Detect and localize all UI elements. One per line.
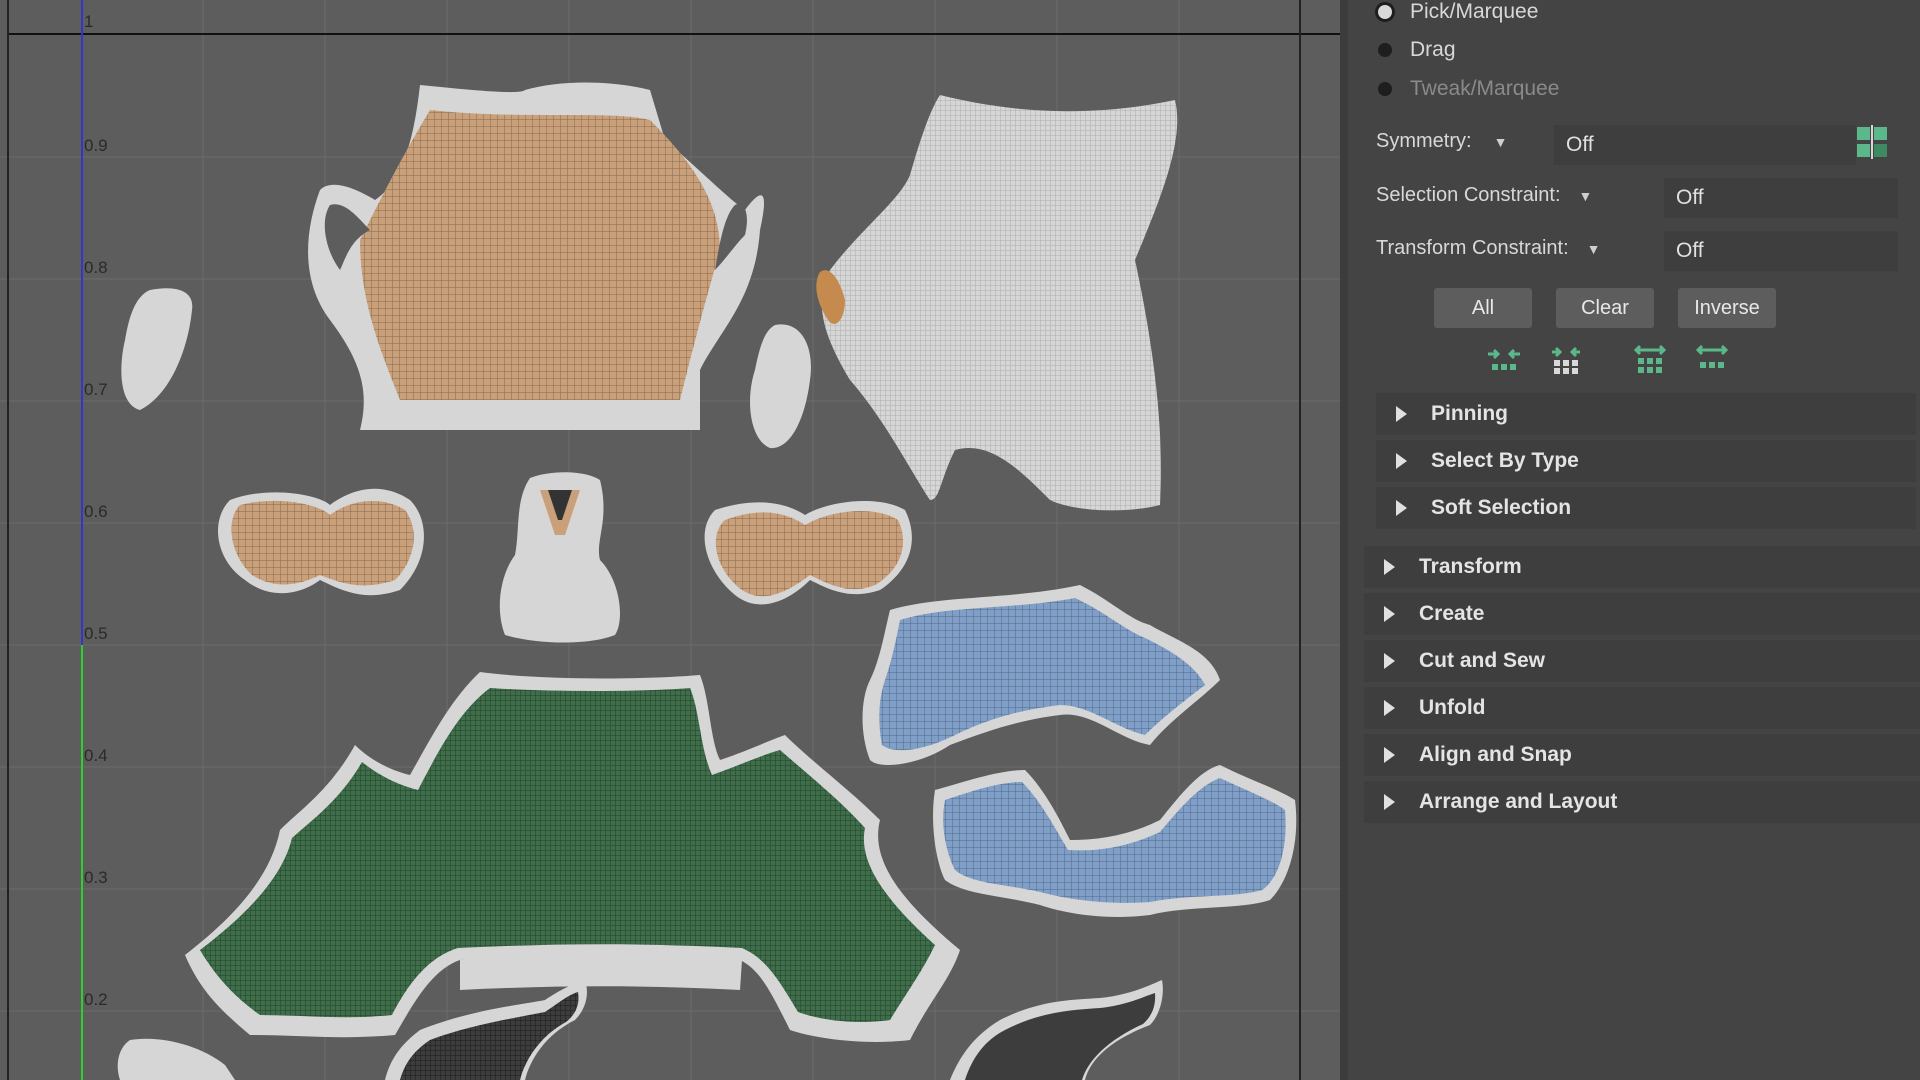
section-select-by-type[interactable]: Select By Type [1376,440,1916,482]
uv-shell-blue-lower[interactable] [933,765,1297,917]
expand-triangle-icon [1396,406,1407,422]
uv-tick-label: 0.3 [84,868,108,887]
select-shell-icon[interactable] [1632,344,1668,376]
radio-label: Drag [1410,38,1456,61]
symmetry-label: Symmetry: [1376,130,1472,152]
section-pinning[interactable]: Pinning [1376,393,1916,435]
panel-divider[interactable] [1340,0,1348,1080]
section-label: Soft Selection [1431,496,1572,519]
uv-toolkit-panel: Pick/Marquee Drag Tweak/Marquee Symmetry… [1348,0,1920,1080]
chevron-down-icon[interactable]: ▼ [1494,134,1508,150]
section-arrange-and-layout[interactable]: Arrange and Layout [1364,781,1920,823]
section-label: Pinning [1431,402,1508,425]
uv-shell-bottom-left[interactable] [117,1038,235,1080]
selection-constraint-row: Selection Constraint: ▼ [1376,184,1592,207]
uv-tick-label: 0.6 [84,502,108,521]
chevron-down-icon[interactable]: ▼ [1587,241,1601,257]
uv-shell-head[interactable] [308,82,765,431]
symmetry-row: Symmetry: ▼ [1376,130,1507,153]
expand-triangle-icon [1396,453,1407,469]
uv-editor-viewport[interactable]: 1 0.9 0.8 0.7 0.6 0.5 0.4 0.3 0.2 [0,0,1340,1080]
expand-triangle-icon [1384,794,1395,810]
section-create[interactable]: Create [1364,593,1920,635]
uv-shell-cheek-left[interactable] [218,488,424,596]
uv-grid-canvas[interactable] [0,0,1340,1080]
radio-pick-marquee[interactable]: Pick/Marquee [1378,0,1538,24]
section-label: Align and Snap [1419,743,1572,766]
uv-tick-label: 0.5 [84,624,108,643]
expand-triangle-icon [1384,747,1395,763]
uv-shell-blue-upper[interactable] [862,585,1221,765]
section-label: Arrange and Layout [1419,790,1618,813]
section-label: Select By Type [1431,449,1579,472]
section-label: Cut and Sew [1419,649,1546,672]
section-label: Create [1419,602,1485,625]
uv-tick-label: 0.4 [84,746,108,765]
uv-tick-label: 0.9 [84,136,108,155]
transform-constraint-row: Transform Constraint: ▼ [1376,237,1601,260]
shrink-selection-icon[interactable] [1486,344,1522,376]
uv-shell-ear-right[interactable] [750,324,811,449]
expand-triangle-icon [1384,559,1395,575]
select-border-icon[interactable] [1694,344,1730,376]
radio-indicator[interactable] [1378,5,1392,19]
section-label: Unfold [1419,696,1486,719]
section-transform[interactable]: Transform [1364,546,1920,588]
inverse-selection-button[interactable]: Inverse [1678,288,1776,328]
expand-triangle-icon [1396,500,1407,516]
radio-indicator[interactable] [1378,82,1392,96]
transform-constraint-dropdown[interactable]: Off [1664,231,1898,271]
chevron-down-icon[interactable]: ▼ [1579,188,1593,204]
uv-shell-bottom-right[interactable] [950,980,1163,1080]
uv-tick-label: 0.8 [84,258,108,277]
uv-tick-label: 0.7 [84,380,108,399]
section-label: Transform [1419,555,1522,578]
clear-selection-button[interactable]: Clear [1556,288,1654,328]
section-cut-and-sew[interactable]: Cut and Sew [1364,640,1920,682]
radio-label: Pick/Marquee [1410,0,1539,23]
symmetry-dropdown[interactable]: Off [1554,125,1856,165]
select-all-button[interactable]: All [1434,288,1532,328]
selection-constraint-label: Selection Constraint: [1376,184,1561,206]
radio-drag[interactable]: Drag [1378,38,1456,62]
expand-triangle-icon [1384,653,1395,669]
transform-constraint-label: Transform Constraint: [1376,237,1569,259]
radio-indicator[interactable] [1378,43,1392,57]
symmetry-icon[interactable] [1856,125,1888,159]
uv-tick-label: 0.2 [84,990,108,1009]
radio-tweak-marquee[interactable]: Tweak/Marquee [1378,77,1559,101]
section-unfold[interactable]: Unfold [1364,687,1920,729]
grow-selection-icon[interactable] [1548,344,1584,376]
uv-shell-nose[interactable] [499,472,620,643]
selection-constraint-dropdown[interactable]: Off [1664,178,1898,218]
uv-shell-ear-left[interactable] [121,288,193,410]
expand-triangle-icon [1384,606,1395,622]
section-soft-selection[interactable]: Soft Selection [1376,487,1916,529]
radio-label: Tweak/Marquee [1410,77,1560,100]
section-align-and-snap[interactable]: Align and Snap [1364,734,1920,776]
expand-triangle-icon [1384,700,1395,716]
uv-tick-label: 1 [84,12,94,31]
uv-shell-cheek-right[interactable] [704,500,912,605]
